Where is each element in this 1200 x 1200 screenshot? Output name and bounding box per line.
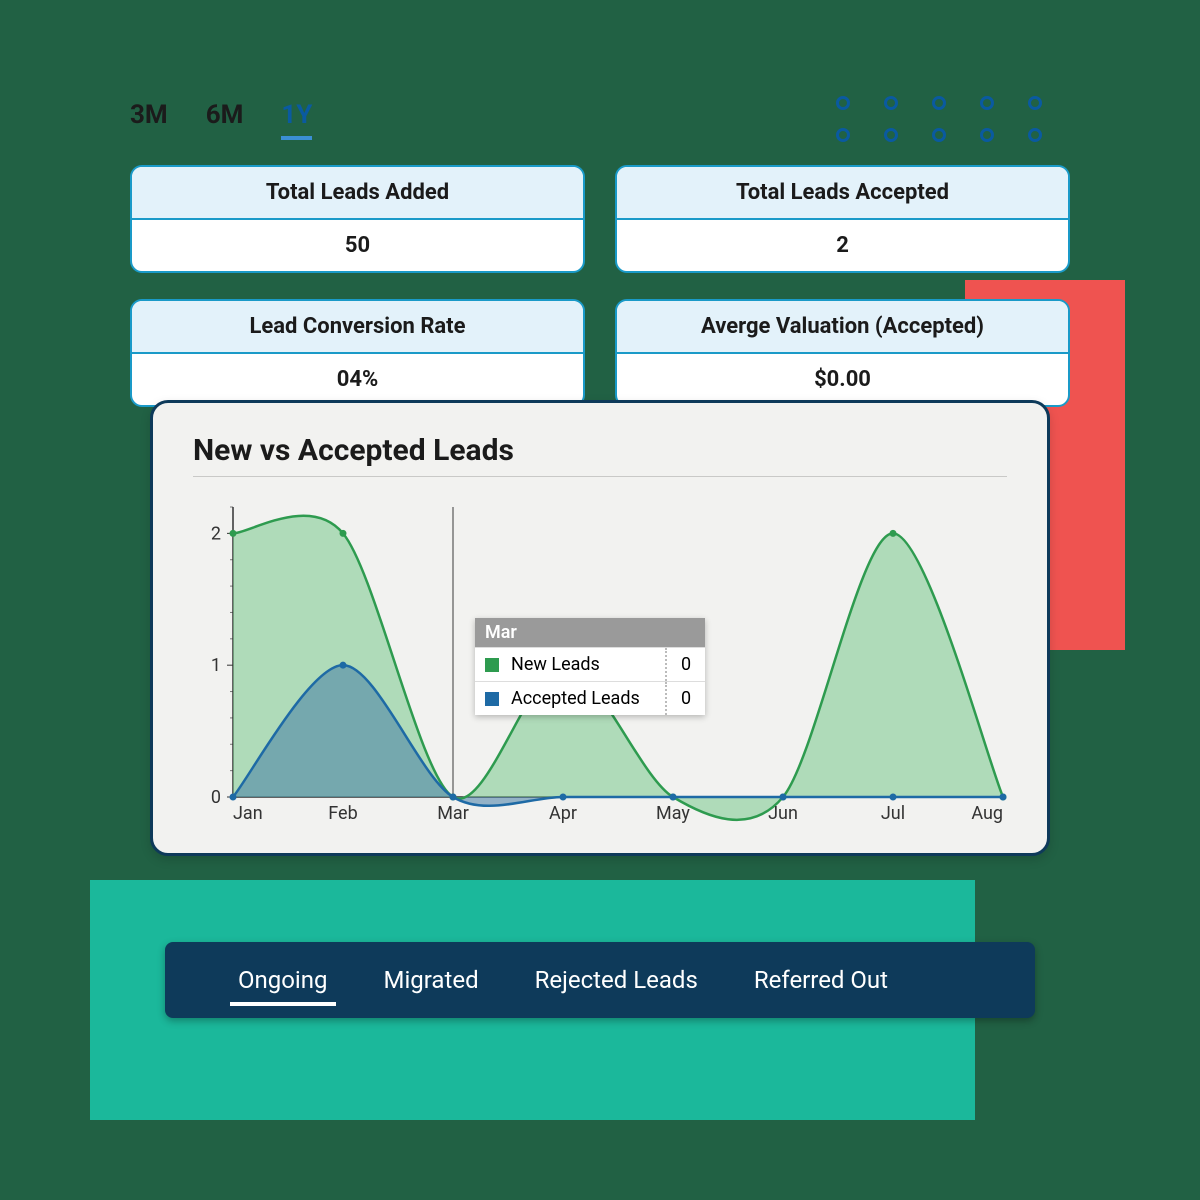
metric-label: Lead Conversion Rate [132, 301, 583, 354]
decor-dot-matrix [836, 96, 1042, 142]
metric-label: Averge Valuation (Accepted) [617, 301, 1068, 354]
svg-text:Aug: Aug [971, 803, 1003, 824]
tooltip-label: New Leads [507, 648, 665, 681]
metric-label: Total Leads Accepted [617, 167, 1068, 220]
svg-text:1: 1 [211, 655, 221, 676]
tooltip-header: Mar [475, 618, 705, 647]
svg-text:Jan: Jan [233, 803, 263, 824]
metric-card: Total Leads Accepted2 [615, 165, 1070, 273]
svg-text:Jun: Jun [768, 803, 798, 824]
metric-cards: Total Leads Added50 Total Leads Accepted2… [130, 165, 1070, 407]
tooltip-value: 0 [665, 682, 705, 715]
metric-label: Total Leads Added [132, 167, 583, 220]
range-tab-1y[interactable]: 1Y [281, 100, 312, 140]
svg-text:May: May [656, 803, 690, 824]
chart-tooltip: Mar New Leads0Accepted Leads0 [475, 618, 705, 715]
status-tabs: OngoingMigratedRejected LeadsReferred Ou… [165, 942, 1035, 1018]
metric-card: Averge Valuation (Accepted)$0.00 [615, 299, 1070, 407]
metric-value: $0.00 [617, 354, 1068, 405]
status-tab-ongoing[interactable]: Ongoing [210, 942, 356, 1018]
chart-divider [193, 476, 1007, 477]
status-tab-referred-out[interactable]: Referred Out [726, 942, 916, 1018]
metric-value: 50 [132, 220, 583, 271]
svg-text:Jul: Jul [881, 803, 905, 824]
chart-title: New vs Accepted Leads [193, 433, 1007, 468]
svg-text:Feb: Feb [328, 803, 357, 824]
svg-text:Apr: Apr [549, 803, 577, 824]
status-tab-rejected-leads[interactable]: Rejected Leads [507, 942, 726, 1018]
tooltip-row: Accepted Leads0 [475, 681, 705, 715]
tooltip-value: 0 [665, 648, 705, 681]
range-tab-3m[interactable]: 3M [130, 100, 168, 136]
tooltip-row: New Leads0 [475, 647, 705, 681]
metric-value: 04% [132, 354, 583, 405]
svg-text:0: 0 [211, 787, 221, 808]
metric-card: Lead Conversion Rate04% [130, 299, 585, 407]
tooltip-label: Accepted Leads [507, 682, 665, 715]
legend-swatch [485, 658, 499, 672]
metric-value: 2 [617, 220, 1068, 271]
range-tab-6m[interactable]: 6M [206, 100, 244, 136]
legend-swatch [485, 692, 499, 706]
status-tab-migrated[interactable]: Migrated [356, 942, 507, 1018]
metric-card: Total Leads Added50 [130, 165, 585, 273]
svg-text:2: 2 [211, 523, 221, 544]
svg-text:Mar: Mar [437, 803, 469, 824]
